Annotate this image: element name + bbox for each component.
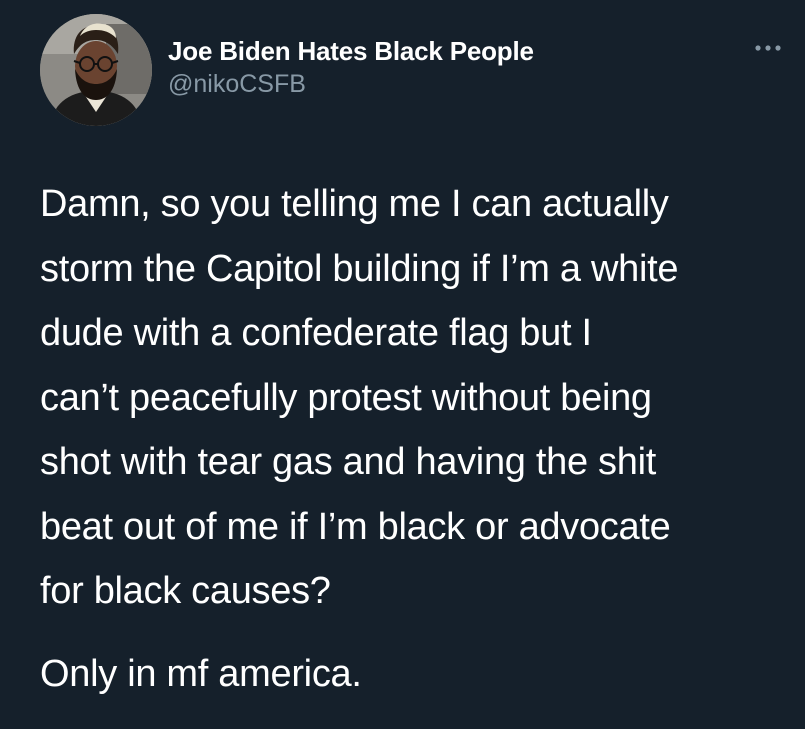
tweet-line: can’t peacefully protest without being [40, 376, 652, 419]
more-options-icon[interactable] [748, 36, 788, 60]
avatar[interactable] [40, 14, 152, 126]
tweet-card: Joe Biden Hates Black People @nikoCSFB D… [0, 0, 805, 729]
tweet-paragraph-closing: Only in mf america. [40, 642, 788, 707]
avatar-photo-icon [40, 14, 152, 126]
tweet-body: Damn, so you telling me I can actually s… [40, 172, 788, 706]
tweet-paragraph-main: Damn, so you telling me I can actually s… [40, 172, 788, 624]
tweet-line: beat out of me if I’m black or advocate [40, 505, 671, 548]
tweet-line: storm the Capitol building if I’m a whit… [40, 247, 679, 290]
tweet-line: Only in mf america. [40, 652, 362, 695]
author-names: Joe Biden Hates Black People @nikoCSFB [168, 36, 534, 101]
user-handle[interactable]: @nikoCSFB [168, 67, 534, 101]
tweet-header: Joe Biden Hates Black People @nikoCSFB [40, 14, 781, 126]
display-name[interactable]: Joe Biden Hates Black People [168, 36, 534, 66]
tweet-line: Damn, so you telling me I can actually [40, 183, 669, 225]
tweet-line: dude with a confederate flag but I [40, 312, 592, 354]
tweet-line: for black causes? [40, 570, 331, 612]
tweet-line: shot with tear gas and having the shit [40, 441, 656, 483]
